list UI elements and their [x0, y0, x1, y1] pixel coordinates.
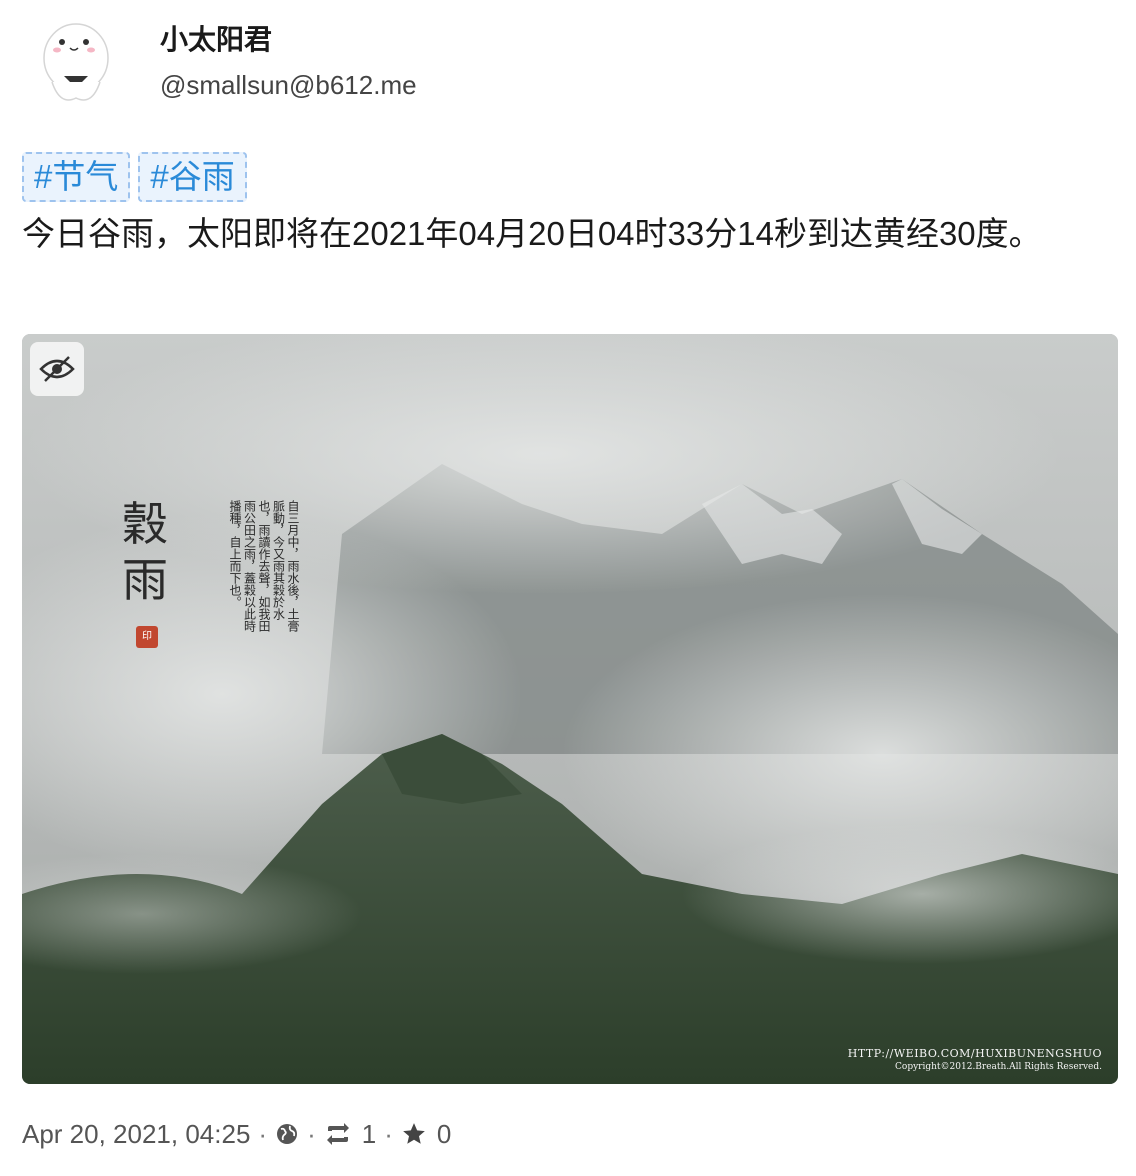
- image-poem: 穀雨 自三月中，雨水後，土膏脈動，今又雨其穀於水也，雨讀作去聲，如我田雨公田之雨…: [120, 496, 300, 656]
- image-credit-url: HTTP://WEIBO.COM/HUXIBUNENGSHUO: [847, 1047, 1102, 1060]
- status-footer: Apr 20, 2021, 04:25 · · 1 · 0: [22, 1114, 451, 1154]
- avatar[interactable]: [30, 10, 130, 110]
- boost-icon[interactable]: [324, 1122, 352, 1146]
- eye-slash-icon: [39, 356, 75, 382]
- status-timestamp[interactable]: Apr 20, 2021, 04:25: [22, 1119, 250, 1150]
- display-name[interactable]: 小太阳君: [160, 18, 272, 58]
- status-text: 今日谷雨，太阳即将在2021年04月20日04时33分14秒到达黄经30度。: [22, 215, 1042, 252]
- image-credit-copyright: Copyright©2012.Breath.All Rights Reserve…: [895, 1062, 1102, 1072]
- media-attachment[interactable]: 穀雨 自三月中，雨水後，土膏脈動，今又雨其穀於水也，雨讀作去聲，如我田雨公田之雨…: [22, 334, 1118, 1084]
- image-seal: 印: [136, 626, 158, 648]
- favourite-count: 0: [436, 1118, 452, 1149]
- avatar-image: [43, 23, 109, 101]
- image-poem-title: 穀雨: [122, 497, 168, 607]
- separator: ·: [384, 1118, 393, 1149]
- landscape-image: [22, 334, 1118, 1084]
- status-header: 小太阳君 @smallsun@b612.me: [22, 0, 1122, 110]
- image-poem-text: 自三月中，雨水後，土膏脈動，今又雨其穀於水也，雨讀作去聲，如我田雨公田之雨，蓋穀…: [228, 500, 300, 632]
- separator: ·: [258, 1118, 268, 1149]
- image-credit: HTTP://WEIBO.COM/HUXIBUNENGSHUO Copyrigh…: [848, 1047, 1102, 1072]
- globe-icon[interactable]: [275, 1122, 299, 1146]
- hashtag-jieqi[interactable]: #节气: [22, 152, 131, 202]
- hide-media-button[interactable]: [30, 342, 84, 396]
- boost-count: 1: [361, 1118, 377, 1149]
- hashtag-list: #节气 #谷雨: [22, 150, 1118, 204]
- separator: ·: [307, 1118, 316, 1149]
- hashtag-guyu[interactable]: #谷雨: [138, 152, 247, 202]
- star-icon[interactable]: [401, 1121, 427, 1147]
- status-content: #节气 #谷雨 今日谷雨，太阳即将在2021年04月20日04时33分14秒到达…: [22, 150, 1118, 260]
- account-handle[interactable]: @smallsun@b612.me: [160, 70, 417, 101]
- status-card: 小太阳君 @smallsun@b612.me #节气 #谷雨 今日谷雨，太阳即将…: [0, 0, 1136, 1176]
